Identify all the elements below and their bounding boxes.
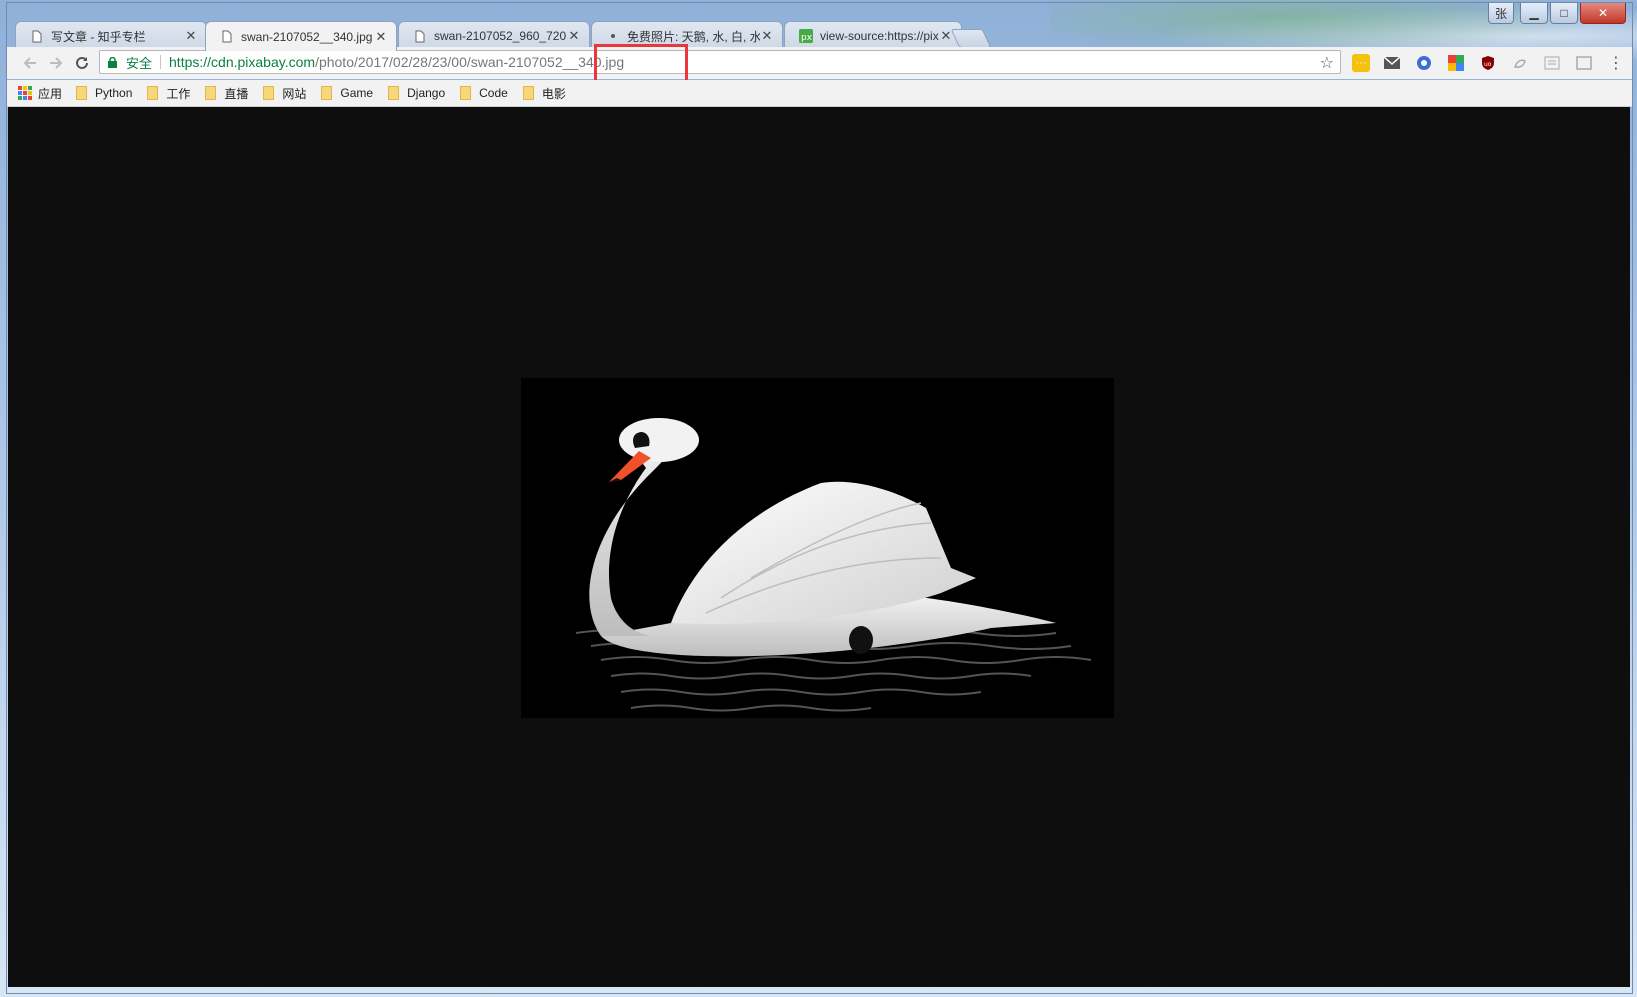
maximize-button[interactable]: □ — [1550, 3, 1578, 24]
close-tab-icon[interactable]: ✕ — [567, 28, 581, 44]
folder-icon — [460, 86, 472, 100]
back-button[interactable] — [19, 52, 41, 74]
page-icon — [220, 30, 234, 44]
secure-label[interactable]: 安全 — [126, 53, 152, 72]
forward-button[interactable] — [45, 52, 67, 74]
tab-view-source[interactable]: px view-source:https://pixabay.com ✕ — [784, 21, 962, 50]
tab-swan-960[interactable]: swan-2107052_960_720.jpg ✕ — [398, 21, 590, 50]
url-path: /photo/2017/02/28/23/00/swan-2107052__34… — [315, 54, 625, 70]
translate-icon[interactable] — [1415, 54, 1433, 72]
tab-zhihu[interactable]: 写文章 - 知乎专栏 ✕ — [15, 21, 207, 50]
tab-title: 免费照片: 天鹅, 水, 白, 水 — [627, 29, 760, 44]
browser-toolbar: 安全 https://cdn.pixabay.com /photo/2017/0… — [7, 47, 1632, 79]
apps-grid-icon — [18, 86, 32, 100]
bookmark-label: 工作 — [166, 86, 191, 101]
folder-icon — [263, 86, 275, 100]
folder-icon — [205, 86, 217, 100]
apps-shortcut[interactable]: 应用 — [18, 85, 62, 102]
folder-icon — [388, 86, 400, 100]
menu-icon[interactable]: ⋮ — [1607, 54, 1625, 72]
close-tab-icon[interactable]: ✕ — [184, 28, 198, 44]
bookmark-folder-movies[interactable]: 电影 — [522, 85, 566, 102]
ublock-icon[interactable]: uo — [1479, 54, 1497, 72]
bookmark-label: 直播 — [224, 86, 249, 101]
close-window-button[interactable]: ✕ — [1580, 3, 1626, 24]
tab-title: view-source:https://pixabay.com — [820, 29, 939, 43]
svg-text:px: px — [801, 33, 813, 43]
user-profile-button[interactable]: 张 — [1488, 3, 1514, 24]
folder-icon — [321, 86, 333, 100]
back-arrow-icon — [23, 57, 36, 69]
bookmark-label: Game — [340, 86, 374, 100]
window-icon[interactable] — [1575, 54, 1593, 72]
pixabay-icon: px — [799, 29, 813, 43]
url-host: https://cdn.pixabay.com — [169, 54, 316, 70]
tab-swan-340[interactable]: swan-2107052__340.jpg ✕ — [205, 21, 397, 51]
bookmark-label: Django — [407, 86, 446, 100]
folder-icon — [522, 86, 534, 100]
bookmarks-bar: 应用 Python 工作 直播 网站 Game Django Code 电影 — [7, 80, 1632, 107]
bookmark-folder-game[interactable]: Game — [321, 86, 373, 100]
bookmark-folder-python[interactable]: Python — [76, 86, 132, 100]
swan-image[interactable] — [521, 378, 1114, 718]
image-viewer — [8, 107, 1630, 987]
page-icon — [413, 29, 427, 43]
close-tab-icon[interactable]: ✕ — [374, 29, 388, 45]
tab-title: 写文章 - 知乎专栏 — [51, 29, 146, 44]
bookmark-folder-code[interactable]: Code — [460, 86, 508, 100]
lock-icon[interactable] — [108, 56, 118, 68]
loading-icon — [606, 29, 620, 43]
tab-title: swan-2107052_960_720.jpg — [434, 29, 567, 43]
bookmark-label: 网站 — [282, 86, 307, 101]
chick-icon[interactable] — [1511, 54, 1529, 72]
bookmark-folder-work[interactable]: 工作 — [147, 85, 190, 102]
reload-button[interactable] — [71, 52, 93, 74]
bookmark-label: 电影 — [541, 86, 566, 101]
bookmark-label: Python — [95, 86, 133, 100]
reader-icon[interactable] — [1543, 54, 1561, 72]
bookmark-folder-live[interactable]: 直播 — [205, 85, 248, 102]
reload-icon — [76, 56, 88, 69]
swan-illustration — [521, 378, 1114, 718]
bookmark-folder-sites[interactable]: 网站 — [263, 85, 306, 102]
page-icon — [30, 29, 44, 43]
address-bar[interactable]: 安全 https://cdn.pixabay.com /photo/2017/0… — [99, 50, 1341, 74]
folder-icon — [147, 86, 159, 100]
svg-text:uo: uo — [1484, 61, 1492, 68]
apps-label: 应用 — [38, 86, 63, 101]
note-icon[interactable]: ··· — [1352, 54, 1370, 72]
tab-title: swan-2107052__340.jpg — [241, 29, 373, 44]
close-tab-icon[interactable]: ✕ — [760, 28, 774, 44]
folder-icon — [76, 86, 88, 100]
window-caption-buttons: 张 ▁ □ ✕ — [1488, 3, 1626, 24]
bookmark-label: Code — [479, 86, 508, 100]
forward-arrow-icon — [50, 57, 63, 69]
minimize-button[interactable]: ▁ — [1520, 3, 1548, 24]
omnibox-separator — [160, 55, 162, 69]
bookmark-star-icon[interactable]: ☆ — [1320, 53, 1334, 73]
maps-icon[interactable] — [1447, 54, 1465, 72]
bookmark-folder-django[interactable]: Django — [388, 86, 445, 100]
mail-icon[interactable] — [1383, 54, 1401, 72]
